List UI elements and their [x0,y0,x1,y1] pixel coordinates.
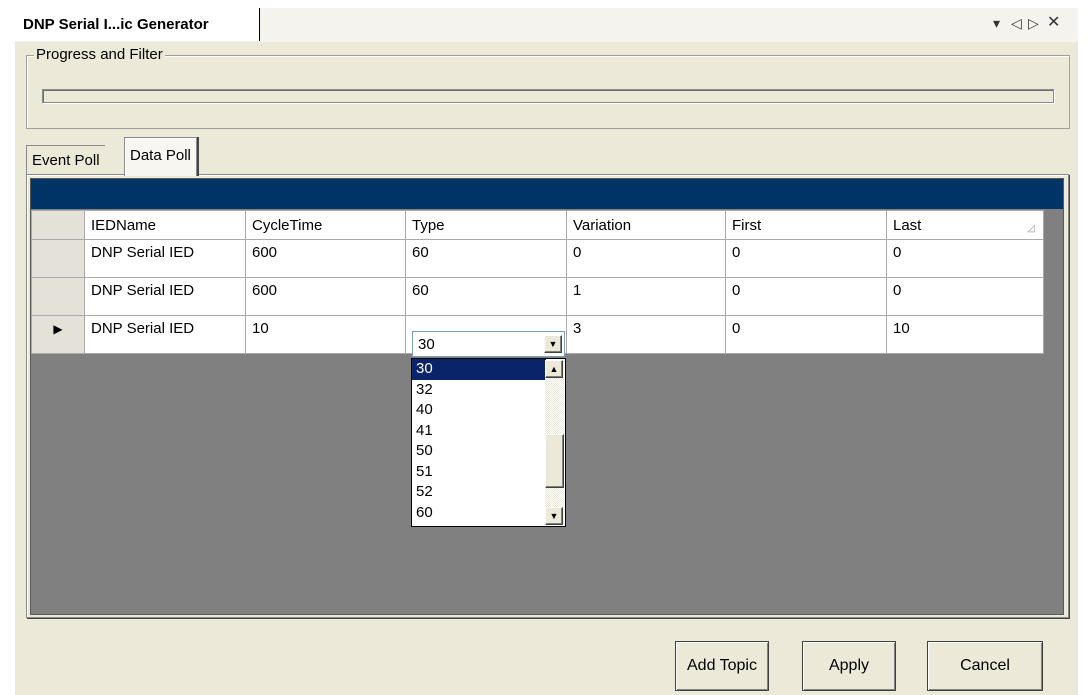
dropdown-option[interactable]: 52 [412,482,546,503]
sort-icon: ◿ [1027,222,1035,234]
dropdown-option[interactable]: 30 [412,359,546,380]
cell-last[interactable]: 0 [886,239,1044,278]
scroll-down-icon[interactable]: ▼ [545,507,563,525]
cell-cycletime[interactable]: 600 [245,277,406,316]
row-header[interactable] [31,277,85,316]
row-header[interactable] [31,239,85,278]
header-row: IEDName CycleTime Type Variation First L… [31,210,1044,240]
cell-last[interactable]: 10 [886,315,1044,354]
data-grid[interactable]: IEDName CycleTime Type Variation First L… [30,178,1064,615]
dropdown-options: 30 32 40 41 50 51 52 60 [412,359,546,523]
tab-dropdown-icon[interactable]: ▾ [993,14,1000,32]
dropdown-scrollbar[interactable]: ▲ ▼ [545,360,564,525]
cell-cycletime[interactable]: 10 [245,315,406,354]
document-tab-strip: DNP Serial I...ic Generator ▾ ◁ ▷ ✕ [15,8,1078,42]
generator-panel: DNP Serial I...ic Generator ▾ ◁ ▷ ✕ Prog… [15,8,1078,695]
scroll-right-icon[interactable]: ▷ [1028,14,1039,32]
cell-iedname[interactable]: DNP Serial IED [84,315,246,354]
cell-iedname[interactable]: DNP Serial IED [84,277,246,316]
close-icon[interactable]: ✕ [1047,14,1060,32]
dropdown-option[interactable]: 51 [412,462,546,483]
current-row-icon: ▶ [53,322,63,336]
cell-first[interactable]: 0 [725,315,887,354]
column-header-type[interactable]: Type [405,210,567,240]
cell-variation[interactable]: 0 [566,239,726,278]
type-combo[interactable]: 30 ▼ [412,331,565,357]
cell-last[interactable]: 0 [886,277,1044,316]
column-header-variation[interactable]: Variation [566,210,726,240]
cell-variation[interactable]: 3 [566,315,726,354]
chevron-down-icon[interactable]: ▼ [544,335,562,353]
cell-type[interactable]: 60 [405,277,567,316]
scroll-left-icon[interactable]: ◁ [1011,14,1022,32]
tab-event-poll[interactable]: Event Poll [26,145,105,176]
corner-header[interactable] [31,210,85,240]
table-row[interactable]: DNP Serial IED 600 60 1 0 0 [31,277,1044,316]
cell-first[interactable]: 0 [725,277,887,316]
group-label: Progress and Filter [34,46,165,64]
row-header[interactable]: ▶ [31,315,85,354]
apply-button[interactable]: Apply [802,641,896,691]
cell-variation[interactable]: 1 [566,277,726,316]
column-header-cycletime[interactable]: CycleTime [245,210,406,240]
dropdown-option[interactable]: 41 [412,421,546,442]
progress-filter-group: Progress and Filter [26,46,1070,129]
column-header-last[interactable]: Last ◿ [886,210,1044,240]
progress-bar [42,89,1054,103]
cell-type[interactable]: 60 [405,239,567,278]
table-row[interactable]: DNP Serial IED 600 60 0 0 0 [31,239,1044,278]
column-header-first[interactable]: First [725,210,887,240]
grid-caption-bar [31,179,1063,209]
cell-iedname[interactable]: DNP Serial IED [84,239,246,278]
document-tab[interactable]: DNP Serial I...ic Generator [15,8,260,41]
dropdown-option[interactable]: 50 [412,441,546,462]
add-topic-button[interactable]: Add Topic [675,641,769,691]
type-combo-value: 30 [418,336,435,353]
dropdown-option[interactable]: 40 [412,400,546,421]
type-dropdown-list[interactable]: 30 32 40 41 50 51 52 60 ▲ ▼ [411,358,566,527]
column-header-iedname[interactable]: IEDName [84,210,246,240]
dropdown-option[interactable]: 60 [412,503,546,524]
data-poll-page: IEDName CycleTime Type Variation First L… [26,174,1069,618]
dropdown-option[interactable]: 32 [412,380,546,401]
column-header-last-label: Last [893,216,922,234]
cancel-button[interactable]: Cancel [927,641,1043,691]
cell-first[interactable]: 0 [725,239,887,278]
scrollbar-thumb[interactable] [545,434,564,488]
scroll-up-icon[interactable]: ▲ [545,360,563,378]
cell-cycletime[interactable]: 600 [245,239,406,278]
tab-data-poll[interactable]: Data Poll [124,137,197,176]
